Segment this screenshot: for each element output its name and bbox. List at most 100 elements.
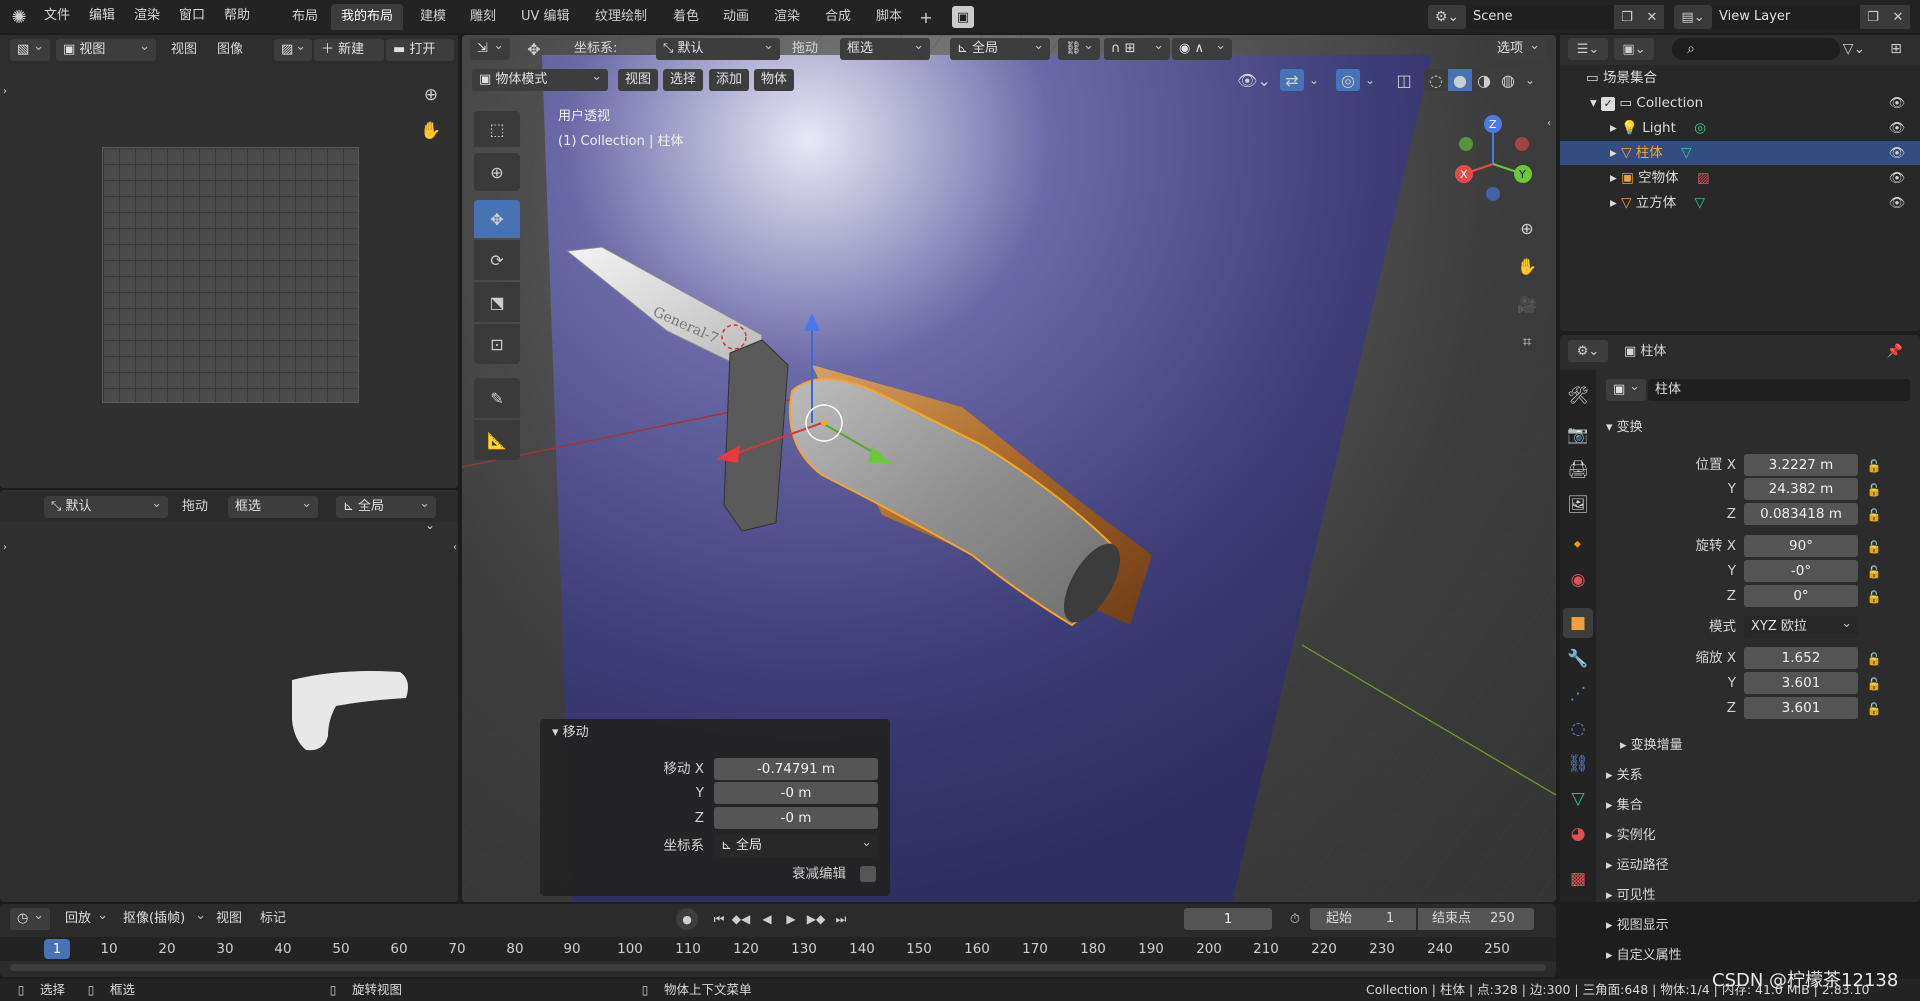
timeline-scrollbar[interactable] bbox=[10, 964, 1546, 971]
next-keyframe-icon[interactable]: ▶◆ bbox=[804, 908, 828, 930]
object-mode-dropdown[interactable]: ▣ 物体模式 bbox=[472, 69, 608, 91]
collection-checkbox[interactable]: ✓ bbox=[1601, 97, 1616, 111]
new-image-button[interactable]: ＋ 新建 bbox=[314, 39, 384, 61]
scale-tool-icon[interactable]: ⬔ bbox=[474, 282, 520, 322]
delta-transform-section[interactable]: ▸ 变换增量 bbox=[1620, 737, 1683, 755]
record-button-icon[interactable]: ● bbox=[676, 908, 698, 930]
tool-properties-tab[interactable]: 🛠 bbox=[1563, 381, 1593, 411]
cursor-tool-icon[interactable]: ⊕ bbox=[474, 153, 520, 191]
viewport-menu-select[interactable]: 选择 bbox=[663, 69, 704, 91]
viewport-editor-type[interactable]: ⇲ bbox=[470, 38, 510, 60]
rotation-x-field[interactable]: 90° bbox=[1744, 535, 1858, 557]
visibility-dropdown-icon[interactable]: 👁⌄ bbox=[1236, 69, 1272, 91]
lock-loc-y-icon[interactable]: 🔓 bbox=[1864, 480, 1884, 500]
move-z-field[interactable]: -0 m bbox=[714, 807, 878, 829]
outliner-item-cylinder[interactable]: ▸ ▽ 柱体 ▽ bbox=[1610, 141, 1910, 165]
view-layer-icon[interactable]: ▤⌄ bbox=[1674, 5, 1712, 29]
tab-shading[interactable]: 着色 bbox=[663, 4, 709, 30]
tab-modeling[interactable]: 建模 bbox=[410, 4, 456, 30]
operator-panel-title[interactable]: ▾ 移动 bbox=[552, 724, 589, 742]
properties-editor-icon[interactable]: ⚙⌄ bbox=[1568, 340, 1608, 362]
lock-rot-y-icon[interactable]: 🔓 bbox=[1864, 562, 1884, 582]
jump-start-icon[interactable]: ⏮ bbox=[708, 908, 730, 930]
op-coord-dropdown[interactable]: ⊾ 全局 bbox=[714, 835, 878, 857]
custom-properties-section[interactable]: ▸ 自定义属性 bbox=[1606, 947, 1682, 965]
viewport-menu-add[interactable]: 添加 bbox=[709, 69, 750, 91]
world-properties-tab[interactable]: ◉ bbox=[1563, 565, 1593, 595]
cylinder-eye-icon[interactable]: 👁 bbox=[1886, 144, 1908, 162]
menu-edit[interactable]: 编辑 bbox=[89, 7, 115, 25]
outliner-collection[interactable]: ▾ ✓ ▭ Collection bbox=[1590, 91, 1703, 115]
pivot-dropdown[interactable]: ⤡ 默认 bbox=[44, 496, 168, 518]
object-name-field[interactable]: 柱体 bbox=[1648, 379, 1910, 401]
output-properties-tab[interactable]: 🖨 bbox=[1563, 455, 1593, 485]
empty-eye-icon[interactable]: 👁 bbox=[1886, 169, 1908, 187]
scale-y-field[interactable]: 3.601 bbox=[1744, 672, 1858, 694]
physics-properties-tab[interactable]: ◌ bbox=[1563, 714, 1593, 744]
tab-animation[interactable]: 动画 bbox=[713, 4, 759, 30]
pan-hand-icon[interactable]: ✋ bbox=[416, 116, 446, 146]
viewport-orient-dropdown[interactable]: ⊾ 全局 bbox=[950, 38, 1050, 60]
scene-copy-icon[interactable]: ❐ bbox=[1614, 5, 1640, 29]
shading-menu-icon[interactable]: ⌄ bbox=[1522, 69, 1538, 91]
tab-uv[interactable]: UV 编辑 bbox=[511, 4, 580, 30]
view-layer-copy-icon[interactable]: ❐ bbox=[1860, 5, 1886, 29]
rotation-z-field[interactable]: 0° bbox=[1744, 585, 1858, 607]
blender-logo-icon[interactable]: ✺ bbox=[8, 6, 30, 28]
solid-shading-icon[interactable]: ● bbox=[1448, 69, 1472, 91]
pivot-point-dropdown[interactable]: ⛓ bbox=[1058, 38, 1100, 60]
viewport-menu-object[interactable]: 物体 bbox=[754, 69, 795, 91]
new-collection-icon[interactable]: ⊞ bbox=[1884, 38, 1908, 60]
rendered-shading-icon[interactable]: ◍ bbox=[1496, 69, 1520, 91]
outliner-editor-icon[interactable]: ☰⌄ bbox=[1568, 38, 1608, 60]
move-x-field[interactable]: -0.74791 m bbox=[714, 758, 878, 780]
lock-loc-z-icon[interactable]: 🔓 bbox=[1864, 505, 1884, 525]
outliner-item-light[interactable]: ▸ 💡 Light ◎ bbox=[1610, 116, 1910, 140]
rotation-y-field[interactable]: -0° bbox=[1744, 560, 1858, 582]
scene-icon[interactable]: ⚙⌄ bbox=[1428, 5, 1466, 29]
object-properties-tab[interactable]: ■ bbox=[1563, 608, 1593, 638]
transform-tool-icon[interactable]: ✥ bbox=[522, 38, 546, 60]
relations-section[interactable]: ▸ 关系 bbox=[1606, 767, 1643, 785]
navigation-gizmo[interactable]: Z Y X bbox=[1448, 110, 1538, 206]
collections-section[interactable]: ▸ 集合 bbox=[1606, 797, 1643, 815]
wireframe-shading-icon[interactable]: ◌ bbox=[1424, 69, 1448, 91]
display-mode-icon[interactable]: ▣⌄ bbox=[1614, 38, 1654, 60]
scene-name-field[interactable]: Scene bbox=[1466, 5, 1614, 29]
pin-icon[interactable]: 📌 bbox=[1884, 340, 1906, 362]
image-browse-button[interactable]: ▨ bbox=[274, 39, 312, 61]
image-menu-image[interactable]: 图像 bbox=[217, 41, 243, 59]
zoom-icon[interactable]: ⊕ bbox=[416, 80, 446, 110]
visibility-section[interactable]: ▸ 可见性 bbox=[1606, 887, 1656, 905]
open-image-button[interactable]: ▬ 打开 bbox=[386, 39, 454, 61]
lock-rot-z-icon[interactable]: 🔓 bbox=[1864, 587, 1884, 607]
location-z-field[interactable]: 0.083418 m bbox=[1744, 503, 1858, 525]
gizmo-toggle-icon[interactable]: ⇄ bbox=[1280, 69, 1304, 91]
motion-paths-section[interactable]: ▸ 运动路径 bbox=[1606, 857, 1669, 875]
scale-z-field[interactable]: 3.601 bbox=[1744, 697, 1858, 719]
image-view-mode[interactable]: ▣ 视图 bbox=[56, 39, 156, 61]
coord-system-dropdown[interactable]: ⤡ 默认 bbox=[656, 38, 780, 60]
play-icon[interactable]: ▶ bbox=[780, 908, 802, 930]
instancing-section[interactable]: ▸ 实例化 bbox=[1606, 827, 1656, 845]
rotation-mode-dropdown[interactable]: XYZ 欧拉 bbox=[1744, 616, 1858, 638]
timeline-editor-type[interactable]: ◷ bbox=[10, 908, 50, 930]
current-frame-field[interactable]: 1 bbox=[1184, 908, 1272, 930]
tab-my-layout[interactable]: 我的布局 bbox=[331, 4, 404, 30]
image-menu-view[interactable]: 视图 bbox=[171, 41, 197, 59]
view-layer-field[interactable]: View Layer bbox=[1712, 5, 1860, 29]
move-tool-icon[interactable]: ✥ bbox=[474, 200, 520, 238]
measure-tool-icon[interactable]: 📐 bbox=[474, 420, 520, 460]
data-properties-tab[interactable]: ▽ bbox=[1563, 784, 1593, 814]
transform-tool-2-icon[interactable]: ⊡ bbox=[474, 324, 520, 364]
material-properties-tab[interactable]: ◕ bbox=[1563, 819, 1593, 849]
tab-compositing[interactable]: 合成 bbox=[815, 4, 861, 30]
stopwatch-icon[interactable]: ⏱ bbox=[1284, 908, 1306, 930]
lock-rot-x-icon[interactable]: 🔓 bbox=[1864, 537, 1884, 557]
left-collapse-arrow-2-icon[interactable]: › bbox=[0, 540, 10, 554]
lock-loc-x-icon[interactable]: 🔓 bbox=[1864, 456, 1884, 476]
play-reverse-icon[interactable]: ◀ bbox=[756, 908, 778, 930]
menu-window[interactable]: 窗口 bbox=[179, 7, 205, 25]
rotate-tool-icon[interactable]: ⟳ bbox=[474, 240, 520, 280]
tab-scripting[interactable]: 脚本 bbox=[866, 4, 912, 30]
